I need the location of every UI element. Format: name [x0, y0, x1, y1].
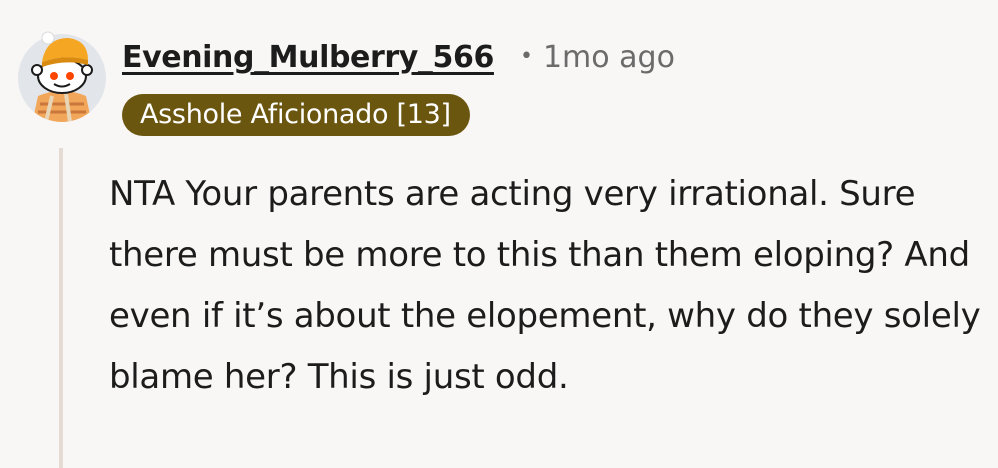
- author-username-link[interactable]: Evening_Mulberry_566: [122, 40, 494, 75]
- comment-body: NTA Your parents are acting very irratio…: [109, 174, 981, 397]
- comment-timestamp[interactable]: 1mo ago: [543, 40, 675, 75]
- meta-separator: •: [519, 44, 533, 69]
- comment: Evening_Mulberry_566 • 1mo ago Asshole A…: [0, 0, 998, 468]
- thread-line[interactable]: [59, 148, 63, 468]
- user-flair-badge: Asshole Aficionado [13]: [122, 94, 470, 136]
- snoo-avatar-icon[interactable]: [18, 24, 106, 122]
- comment-meta: Evening_Mulberry_566 • 1mo ago: [122, 40, 675, 75]
